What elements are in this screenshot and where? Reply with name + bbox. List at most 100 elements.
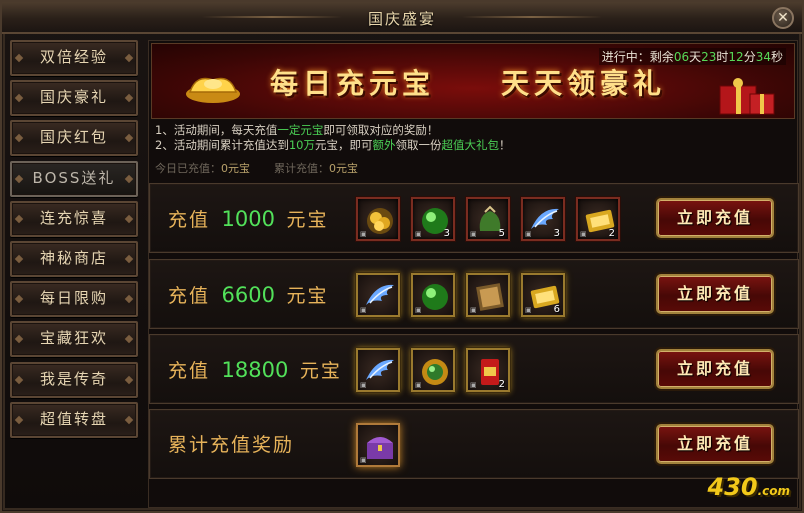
- sidebar-item-7[interactable]: 每日限购: [10, 281, 138, 318]
- lock-icon: ▣: [360, 381, 367, 389]
- reward-row: 累计充值奖励 ▣ 立即充值: [149, 409, 799, 479]
- blue-wing-icon: [366, 284, 394, 305]
- total-recharge-value: 0元宝: [329, 162, 358, 175]
- logo-sub: .com: [757, 484, 790, 498]
- sidebar-item-5[interactable]: 连充惊喜: [10, 200, 138, 237]
- close-icon[interactable]: ✕: [772, 7, 794, 29]
- unit-second: 秒: [770, 50, 783, 64]
- lock-icon: ▣: [415, 381, 422, 389]
- sidebar-item-8[interactable]: 宝藏狂欢: [10, 321, 138, 358]
- countdown-timer: 进行中：剩余06天23时12分34秒: [598, 48, 786, 65]
- item-quantity: 2: [498, 379, 505, 390]
- sidebar: 双倍经验国庆豪礼 国庆红包 BOSS送礼 连充惊喜 神秘商店每日限购 宝藏狂欢 我是传奇 超值…: [10, 40, 140, 442]
- tier-amount: 1000: [221, 207, 275, 231]
- recharge-now-button[interactable]: 立即充值: [656, 349, 774, 389]
- lock-icon: ▣: [470, 381, 477, 389]
- recharge-now-button[interactable]: 立即充值: [656, 274, 774, 314]
- event-rules: 1、活动期间，每天充值一定元宝即可领取对应的奖励！ 2、活动期间累计充值达到10…: [155, 123, 510, 153]
- sidebar-item-3[interactable]: 国庆红包: [10, 120, 138, 157]
- tier-prefix: 充值: [168, 360, 211, 382]
- site-logo: 430.com: [707, 473, 790, 501]
- gold-nugget-icon: [367, 208, 393, 234]
- item-quantity: 3: [553, 228, 560, 239]
- reward-item-slot[interactable]: ▣: [411, 273, 455, 317]
- tier-amount: 6600: [221, 283, 275, 307]
- sidebar-item-10[interactable]: 超值转盘: [10, 401, 138, 438]
- sidebar-item-4[interactable]: BOSS送礼: [10, 160, 138, 197]
- recharge-tally: 今日已充值：0元宝 累计充值：0元宝: [155, 160, 358, 176]
- countdown-days: 06: [673, 50, 690, 64]
- tier-suffix: 元宝: [299, 360, 342, 382]
- reward-item-slot[interactable]: ▣ 6: [521, 273, 565, 317]
- rule2-text-a: 2、活动期间累计充值达到: [155, 138, 289, 152]
- countdown-seconds: 34: [755, 50, 771, 64]
- item-quantity: 2: [608, 228, 615, 239]
- reward-row: 充值 1000 元宝 ▣ ▣ 3 ▣ 5 ▣ 3 ▣ 2 立即充值: [149, 183, 799, 253]
- rule-line-1: 1、活动期间，每天充值一定元宝即可领取对应的奖励！: [155, 123, 510, 138]
- reward-item-slot[interactable]: ▣: [356, 348, 400, 392]
- sidebar-item-2[interactable]: 国庆豪礼: [10, 80, 138, 117]
- blue-wing-icon: [366, 359, 394, 380]
- lock-icon: ▣: [360, 306, 367, 314]
- reward-item-slot[interactable]: ▣ 2: [576, 197, 620, 241]
- reward-item-slot[interactable]: ▣: [411, 348, 455, 392]
- lock-icon: ▣: [470, 306, 477, 314]
- title-bar: 国庆盛宴 ✕: [2, 2, 802, 34]
- reward-item-slot[interactable]: ▣ 5: [466, 197, 510, 241]
- total-recharge-label: 累计充值：: [274, 162, 329, 175]
- lock-icon: ▣: [415, 230, 422, 238]
- lock-icon: ▣: [360, 456, 367, 464]
- reward-item-slot[interactable]: ▣: [356, 197, 400, 241]
- tier-suffix: 元宝: [286, 209, 329, 231]
- event-content: 每日充元宝 天天领豪礼 进行中：剩余06天23时12分34秒 1、活动期间，每天…: [148, 40, 799, 508]
- window-title: 国庆盛宴: [367, 10, 436, 28]
- sidebar-item-6[interactable]: 神秘商店: [10, 240, 138, 277]
- item-quantity: 6: [553, 304, 560, 315]
- rule1-text-a: 1、活动期间，每天充值: [155, 123, 278, 137]
- unit-minute: 分: [743, 50, 756, 64]
- reward-row: 充值 18800 元宝 ▣ ▣ ▣ 2 立即充值: [149, 334, 799, 404]
- rule2-amount: 10万: [288, 138, 315, 152]
- title-ornament-left: [202, 16, 342, 18]
- countdown-minutes: 12: [728, 50, 744, 64]
- rule2-text-d: ！: [498, 138, 511, 152]
- reward-item-slot[interactable]: ▣: [356, 273, 400, 317]
- unit-day: 天: [689, 50, 702, 64]
- lock-icon: ▣: [525, 230, 532, 238]
- tier-suffix: 元宝: [286, 285, 329, 307]
- banner-slogan: 每日充元宝 天天领豪礼: [270, 67, 667, 100]
- sidebar-item-9[interactable]: 我是传奇: [10, 361, 138, 398]
- tier-prefix: 累计充值奖励: [168, 434, 295, 456]
- sidebar-item-1[interactable]: 双倍经验: [10, 40, 138, 76]
- tier-prefix: 充值: [168, 285, 211, 307]
- countdown-prefix: 进行中：剩余: [601, 50, 674, 64]
- rule1-text-b: 即可领取对应的奖励！: [323, 123, 439, 137]
- tier-label: 充值 1000 元宝: [168, 184, 328, 254]
- tier-label: 充值 6600 元宝: [168, 260, 328, 330]
- reward-item-slot[interactable]: ▣ 2: [466, 348, 510, 392]
- rule2-text-c: 领取一份: [395, 138, 442, 152]
- reward-item-slot[interactable]: ▣: [356, 423, 400, 467]
- tier-label: 充值 18800 元宝: [168, 335, 342, 405]
- countdown-hours: 23: [701, 50, 717, 64]
- recharge-now-button[interactable]: 立即充值: [656, 198, 774, 238]
- treasure-chest-icon: [367, 437, 393, 459]
- reward-item-slot[interactable]: ▣ 3: [411, 197, 455, 241]
- rule2-highlight-pack: 超值大礼包: [441, 138, 499, 152]
- tier-prefix: 充值: [168, 209, 211, 231]
- gift-box-icon: [719, 78, 775, 115]
- title-ornament-right: [462, 16, 602, 18]
- tier-amount: 18800: [221, 358, 289, 382]
- gold-orb-icon: [422, 359, 448, 385]
- recharge-now-button[interactable]: 立即充值: [656, 424, 774, 464]
- rule2-highlight-extra: 额外: [372, 138, 396, 152]
- reward-item-slot[interactable]: ▣: [466, 273, 510, 317]
- lock-icon: ▣: [470, 230, 477, 238]
- rule2-text-b: 元宝，即可: [314, 138, 373, 152]
- reward-item-slot[interactable]: ▣ 3: [521, 197, 565, 241]
- event-window: 国庆盛宴 ✕ 双倍经验国庆豪礼 国庆红包 BOSS送礼 连充惊喜 神秘商店每日限购 宝藏狂…: [0, 0, 804, 513]
- rule1-highlight: 一定元宝: [277, 123, 324, 137]
- tier-label: 累计充值奖励: [168, 410, 294, 480]
- reward-row: 充值 6600 元宝 ▣ ▣ ▣ ▣ 6 立即充值: [149, 259, 799, 329]
- today-recharge-label: 今日已充值：: [155, 162, 221, 175]
